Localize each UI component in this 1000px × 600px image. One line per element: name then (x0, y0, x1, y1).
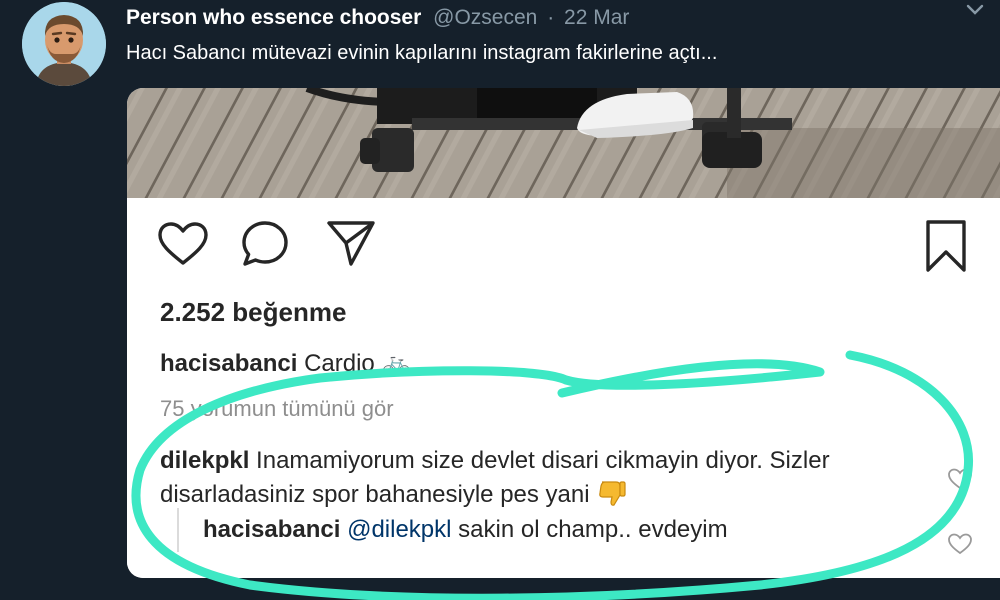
comment-like-heart-icon[interactable] (947, 467, 973, 491)
bicycle-emoji: 🚲 (381, 350, 412, 377)
likes-count[interactable]: 2.252 beğenme (160, 297, 346, 328)
user-handle[interactable]: @Ozsecen (433, 6, 537, 29)
post-caption: hacisabanci Cardio 🚲 (160, 349, 411, 378)
comment-username[interactable]: dilekpkl (160, 447, 249, 474)
memoji-avatar-icon (22, 2, 106, 86)
view-all-comments-link[interactable]: 75 yorumun tümünü gör (160, 396, 394, 422)
thumbs-down-icon (596, 478, 626, 508)
display-name[interactable]: Person who essence chooser (126, 6, 421, 29)
tweet-date[interactable]: 22 Mar (564, 6, 629, 29)
reply: hacisabanci @dilekpkl sakin ol champ.. e… (203, 516, 728, 544)
reply-mention[interactable]: @dilekpkl (347, 516, 451, 543)
comment: dilekpkl Inamamiyorum size devlet disari… (160, 444, 900, 512)
caption-text: Cardio (304, 350, 375, 377)
bookmark-icon[interactable] (923, 218, 969, 274)
reply-like-heart-icon[interactable] (947, 532, 973, 556)
reply-thread-line (177, 508, 179, 552)
caption-username[interactable]: hacisabanci (160, 350, 297, 377)
post-photo[interactable] (127, 88, 1000, 198)
paper-plane-icon[interactable] (325, 218, 377, 268)
comment-bubble-icon[interactable] (240, 219, 290, 269)
reply-username[interactable]: hacisabanci (203, 516, 340, 543)
chevron-down-icon[interactable] (960, 0, 990, 26)
separator-dot: · (547, 6, 555, 29)
tweet-text: Hacı Sabancı mütevazi evinin kapılarını … (126, 42, 718, 64)
instagram-post: 2.252 beğenme hacisabanci Cardio 🚲 75 yo… (127, 198, 1000, 578)
reply-text: sakin ol champ.. evdeyim (458, 516, 728, 543)
tweet-header: Person who essence chooser @Ozsecen · 22… (126, 6, 629, 30)
avatar[interactable] (22, 2, 106, 86)
heart-icon[interactable] (157, 221, 209, 267)
comment-text: Inamamiyorum size devlet disari cikmayin… (160, 447, 830, 508)
tweet-media-card[interactable]: 2.252 beğenme hacisabanci Cardio 🚲 75 yo… (127, 88, 1000, 578)
